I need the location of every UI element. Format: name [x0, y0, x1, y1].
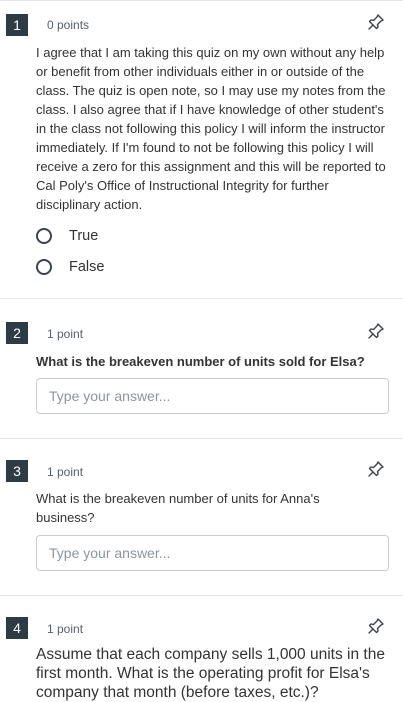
answer-input[interactable] — [36, 378, 389, 414]
option-label: False — [69, 259, 105, 275]
pin-icon[interactable] — [367, 322, 385, 340]
question-text: What is the breakeven number of units fo… — [36, 491, 320, 525]
question-text: I agree that I am taking this quiz on my… — [36, 45, 386, 212]
question-points: 1 point — [47, 465, 84, 479]
pin-icon[interactable] — [367, 460, 385, 478]
option-label: True — [69, 228, 99, 244]
question-3: 3 1 point What is the breakeven number o… — [0, 438, 403, 596]
question-points: 1 point — [47, 622, 84, 636]
question-points: 0 points — [47, 18, 90, 32]
question-4: 4 1 point Assume that each company sells… — [0, 595, 403, 701]
pin-icon[interactable] — [367, 617, 385, 635]
pin-icon[interactable] — [367, 13, 385, 31]
question-number: 3 — [6, 460, 28, 482]
answer-option-true[interactable]: True — [36, 225, 98, 247]
question-text: What is the breakeven number of units so… — [36, 354, 365, 369]
question-points: 1 point — [47, 327, 84, 341]
answer-input[interactable] — [36, 535, 389, 571]
answer-option-false[interactable]: False — [36, 256, 104, 278]
question-number: 4 — [6, 617, 28, 639]
question-1: 1 0 points I agree that I am taking this… — [0, 0, 403, 299]
question-number: 2 — [6, 322, 28, 344]
question-2: 2 1 point What is the breakeven number o… — [0, 298, 403, 439]
radio-button[interactable] — [36, 228, 52, 244]
radio-button[interactable] — [36, 259, 52, 275]
question-text: Assume that each company sells 1,000 uni… — [36, 646, 385, 701]
question-number: 1 — [6, 14, 28, 36]
